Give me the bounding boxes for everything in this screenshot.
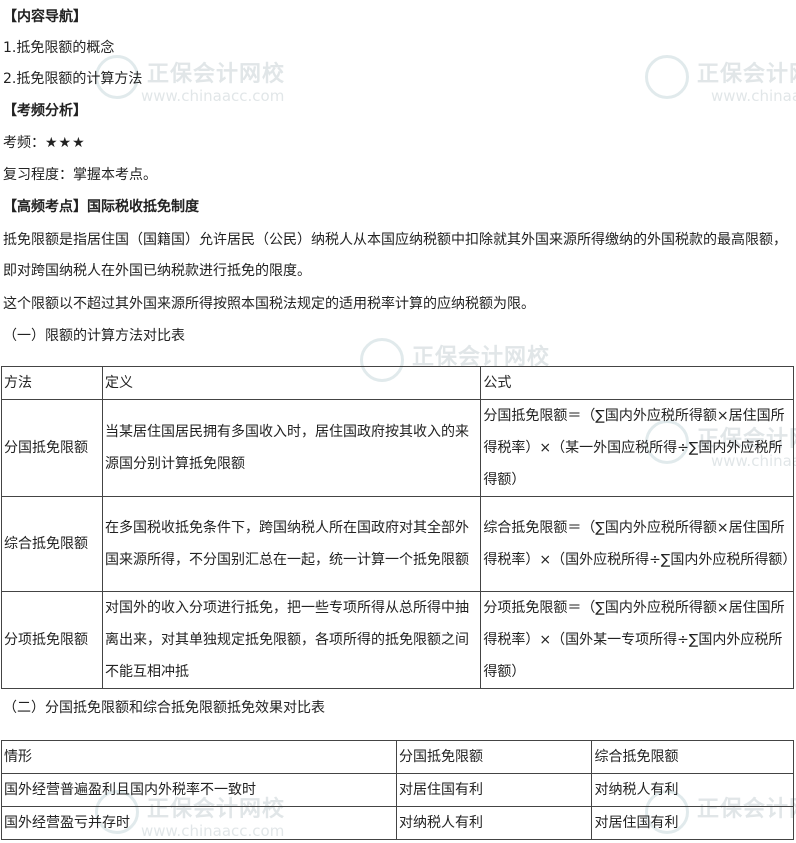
table-cell: 在多国税收抵免条件下，跨国纳税人所在国政府对其全部外国来源所得，不分国别汇总在一… xyxy=(101,496,482,592)
table-cell: 国外经营盈亏并存时 xyxy=(1,806,397,840)
table-row: 国外经营普遍盈利且国内外税率不一致时 对居住国有利 对纳税人有利 xyxy=(1,773,794,807)
table-row: 分项抵免限额 对国外的收入分项进行抵免，把一些专项所得从总所得中抽离出来，对其单… xyxy=(1,591,794,689)
table-cell: 对纳税人有利 xyxy=(591,773,794,807)
table-cell: 综合抵免限额 xyxy=(1,496,103,592)
table-cell: 对居住国有利 xyxy=(395,773,593,807)
table-cell: 分国抵免限额＝（∑国内外应税所得额×居住国所得税率）×（某一外国应税所得÷∑国内… xyxy=(480,399,794,497)
table-cell: 分项抵免限额＝（∑国内外应税所得额×居住国所得税率）×（国外某一专项所得÷∑国内… xyxy=(480,591,794,689)
paragraph-limit: 这个限额以不超过其外国来源所得按照本国税法规定的适用税率计算的应纳税额为限。 xyxy=(3,296,535,312)
watermark: 正保会计网校www.chinaacc.com xyxy=(645,55,796,105)
frequency-label: 考频： xyxy=(3,135,45,151)
table1-caption: （一）限额的计算方法对比表 xyxy=(3,328,185,344)
section-title-key: 【高频考点】国际税收抵免制度 xyxy=(3,197,199,217)
review-text: 复习程度：掌握本考点。 xyxy=(3,167,157,183)
table-cell: 综合抵免限额＝（∑国内外应税所得额×居住国所得税率）×（国外应税所得÷∑国内外应… xyxy=(480,496,796,592)
nav-item-1: 1.抵免限额的概念 xyxy=(3,40,115,56)
frequency-line: 考频：★★★ xyxy=(3,133,86,153)
star-rating-icon: ★★★ xyxy=(45,135,86,151)
table-row: 综合抵免限额 在多国税收抵免条件下，跨国纳税人所在国政府对其全部外国来源所得，不… xyxy=(1,496,796,592)
table-header-cell: 分国抵免限额 xyxy=(395,740,593,774)
table-cell: 分项抵免限额 xyxy=(1,591,103,689)
table-header-cell: 方法 xyxy=(1,366,103,400)
table-header-row: 方法 定义 公式 xyxy=(1,366,794,400)
section-title-nav: 【内容导航】 xyxy=(3,9,87,25)
section-title-frequency: 【考频分析】 xyxy=(3,103,87,119)
table-header-cell: 定义 xyxy=(101,366,482,400)
effect-comparison-table: 情形 分国抵免限额 综合抵免限额 国外经营普遍盈利且国内外税率不一致时 对居住国… xyxy=(1,740,794,840)
method-comparison-table: 方法 定义 公式 分国抵免限额 当某居住国居民拥有多国收入时，居住国政府按其收入… xyxy=(1,366,796,689)
table-cell: 对居住国有利 xyxy=(591,806,794,840)
table-row: 分国抵免限额 当某居住国居民拥有多国收入时，居住国政府按其收入的来源国分别计算抵… xyxy=(1,399,794,497)
watermark-logo-icon xyxy=(645,55,689,99)
table-cell: 当某居住国居民拥有多国收入时，居住国政府按其收入的来源国分别计算抵免限额 xyxy=(101,399,482,497)
paragraph-definition: 抵免限额是指居住国（国籍国）允许居民（公民）纳税人从本国应纳税额中扣除就其外国来… xyxy=(3,232,787,279)
table-header-row: 情形 分国抵免限额 综合抵免限额 xyxy=(1,740,794,774)
table-header-cell: 综合抵免限额 xyxy=(591,740,794,774)
table-cell: 分国抵免限额 xyxy=(1,399,103,497)
table-cell: 对国外的收入分项进行抵免，把一些专项所得从总所得中抽离出来，对其单独规定抵免限额… xyxy=(101,591,482,689)
table-cell: 对纳税人有利 xyxy=(395,806,593,840)
table-row: 国外经营盈亏并存时 对纳税人有利 对居住国有利 xyxy=(1,806,794,840)
key-title: 国际税收抵免制度 xyxy=(87,199,199,215)
table-header-cell: 公式 xyxy=(480,366,794,400)
table2-caption: （二）分国抵免限额和综合抵免限额抵免效果对比表 xyxy=(3,700,325,716)
key-bracket: 【高频考点】 xyxy=(3,199,87,215)
table-cell: 国外经营普遍盈利且国内外税率不一致时 xyxy=(1,773,397,807)
table-header-cell: 情形 xyxy=(1,740,397,774)
nav-item-2: 2.抵免限额的计算方法 xyxy=(3,71,143,87)
